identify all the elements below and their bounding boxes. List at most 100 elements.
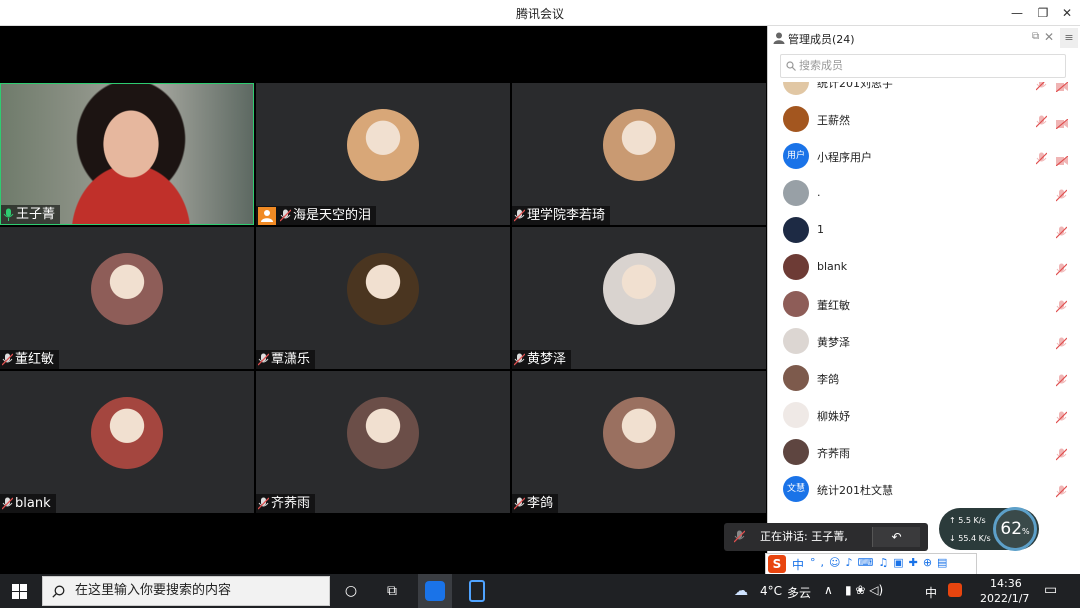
camera-off-icon[interactable] [1055,151,1069,167]
cortana-icon[interactable]: ○ [341,581,361,601]
participant-namebar: 覃潇乐 [256,350,316,369]
mic-muted-icon[interactable] [1035,150,1048,165]
member-row[interactable]: 董红敏 [768,286,1080,323]
tencent-meeting-taskbar-item[interactable] [418,574,452,608]
member-avatar [783,82,809,95]
member-row[interactable]: 文慧 统计201杜文慧 [768,471,1080,508]
mic-muted-icon[interactable] [1055,298,1068,313]
mic-muted-icon[interactable] [1055,483,1068,498]
windows-start-icon[interactable] [12,584,27,599]
participant-avatar [603,397,675,469]
close-button[interactable]: ✕ [1054,3,1080,23]
member-row[interactable]: . [768,175,1080,212]
title-bar: 腾讯会议 — ❐ ✕ [0,0,1080,26]
member-name: 统计201刘思宇 [817,82,893,90]
member-row[interactable]: 黄梦泽 [768,323,1080,360]
mic-muted-icon[interactable] [1055,372,1068,387]
video-tile[interactable]: 黄梦泽 [512,227,766,369]
gauge-value: 62 [1000,519,1023,539]
gauge-unit: % [1022,527,1030,536]
participant-namebar: 齐荞雨 [256,494,316,513]
app-taskbar-item[interactable] [460,574,494,608]
member-row[interactable]: 齐荞雨 [768,434,1080,471]
upload-speed-unit: K/s [973,516,986,525]
tray-expand-icon[interactable]: ∧ [824,583,833,597]
download-speed-unit: K/s [978,534,991,543]
clock-date[interactable]: 2022/1/7 [980,592,1029,605]
video-tile[interactable]: 李鸽 [512,371,766,513]
camera-off-icon[interactable] [1055,114,1069,130]
participant-name: 理学院李若琦 [527,208,606,223]
mic-muted-icon[interactable] [1035,113,1048,128]
mic-muted-icon[interactable] [1055,446,1068,461]
participant-name: 海是天空的泪 [293,208,372,223]
taskbar-ime[interactable]: 中 [925,584,937,601]
camera-off-icon[interactable] [1055,82,1069,93]
member-name: . [817,186,821,199]
member-row[interactable]: blank [768,249,1080,286]
minimize-button[interactable]: — [1004,3,1030,23]
video-tile[interactable]: 覃潇乐 [256,227,510,369]
mic-muted-icon[interactable] [1055,261,1068,276]
members-panel: 管理成员(24) ⧉ ✕ ≡ 搜索成员 统计201刘思宇 王薪然 用户 小程序用户. 1… [767,26,1080,574]
search-icon [786,61,796,71]
clock-time[interactable]: 14:36 [990,577,1022,590]
member-avatar [783,106,809,132]
mic-muted-icon[interactable] [1055,409,1068,424]
video-tile[interactable]: 王子菁 [0,83,254,225]
member-row[interactable]: 李鸽 [768,360,1080,397]
tray-app-icons[interactable]: ▮ ❀ ◁) [845,583,883,597]
notification-icon[interactable]: ▭ [1044,582,1057,598]
video-tile[interactable]: 董红敏 [0,227,254,369]
mic-muted-icon[interactable] [1035,82,1047,91]
mic-muted-icon[interactable] [1055,224,1068,239]
member-row[interactable]: 柳姝妤 [768,397,1080,434]
sogou-tray-icon[interactable] [948,583,962,597]
member-name: 齐荞雨 [817,447,850,460]
network-monitor[interactable]: ↑ 5.5 K/s ↓ 55.4 K/s 62% [939,507,1039,551]
member-avatar [783,402,809,428]
member-avatar: 文慧 [783,476,809,502]
taskbar-search-input[interactable]: 在这里输入你要搜索的内容 [42,576,330,606]
video-tile[interactable]: blank [0,371,254,513]
video-tile[interactable]: 理学院李若琦 [512,83,766,225]
member-row[interactable]: 统计201刘思宇 [768,82,1080,101]
member-row[interactable]: 用户 小程序用户 [768,138,1080,175]
ime-tools-icon[interactable]: °,☺♪⌨♫▣✚⊕▤ [810,556,952,569]
ime-mode[interactable]: 中 [792,556,804,573]
panel-menu-icon[interactable]: ≡ [1060,28,1078,48]
download-speed: ↓ 55.4 K/s [949,534,991,543]
member-list[interactable]: 统计201刘思宇王薪然用户 小程序用户. 1 blank 董红敏黄梦泽李鸽柳姝妤齐荞雨文… [768,82,1080,522]
tencent-meeting-icon [425,581,445,601]
meeting-window: 腾讯会议 — ❐ ✕ 王子菁 海是天空的泪 理学院李若琦 董红敏 覃潇乐 黄梦泽 blank… [0,0,1080,608]
participant-namebar: 黄梦泽 [512,350,572,369]
member-search-input[interactable]: 搜索成员 [780,54,1066,78]
video-tile[interactable]: 海是天空的泪 [256,83,510,225]
member-name: 王薪然 [817,114,850,127]
mic-muted-icon [279,209,292,222]
member-name: 李鸽 [817,373,839,386]
member-name: 柳姝妤 [817,410,850,423]
task-view-icon[interactable]: ⧉ [382,581,402,601]
participant-name: 黄梦泽 [527,352,567,367]
member-row[interactable]: 王薪然 [768,101,1080,138]
sogou-logo-icon[interactable]: S [768,555,786,573]
popout-icon[interactable]: ⧉ [1032,31,1039,42]
participant-namebar: 李鸽 [512,494,559,513]
mic-muted-icon [513,353,526,366]
panel-close-icon[interactable]: ✕ [1044,30,1054,44]
video-tile[interactable]: 齐荞雨 [256,371,510,513]
member-name: 黄梦泽 [817,336,850,349]
member-row[interactable]: 1 [768,212,1080,249]
restore-button[interactable]: ❐ [1030,3,1056,23]
weather-temp: 4°C [760,584,783,598]
reply-icon[interactable]: ↶ [872,527,920,547]
network-gauge: 62% [993,507,1037,551]
participant-name: 齐荞雨 [271,496,311,511]
video-grid: 王子菁 海是天空的泪 理学院李若琦董红敏 覃潇乐 黄梦泽 blank 齐荞雨 李鸽 [0,83,767,516]
ime-toolbar[interactable]: S 中 °,☺♪⌨♫▣✚⊕▤ [765,553,977,575]
mic-muted-icon [257,353,270,366]
member-avatar [783,254,809,280]
mic-muted-icon[interactable] [1055,335,1068,350]
mic-muted-icon[interactable] [1055,187,1068,202]
